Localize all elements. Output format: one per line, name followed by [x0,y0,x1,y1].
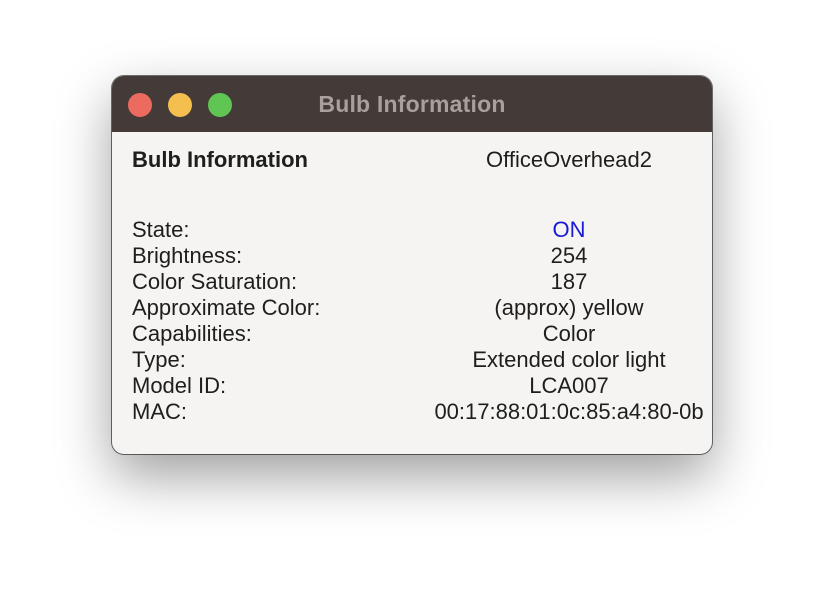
field-row-mac: MAC: 00:17:88:01:0c:85:a4:80-0b [112,399,712,425]
header-label-row: Bulb Information OfficeOverhead2 [112,147,712,173]
field-row-type: Type: Extended color light [112,347,712,373]
field-row-capabilities: Capabilities: Color [112,321,712,347]
header-value-wrap: OfficeOverhead2 [112,147,712,173]
field-row-color: Approximate Color: (approx) yellow [112,295,712,321]
saturation-value: 187 [550,269,588,294]
minimize-button[interactable] [168,93,192,117]
info-panel: Bulb Information OfficeOverhead2 State: … [112,132,712,454]
mac-value: 00:17:88:01:0c:85:a4:80-0b [434,399,704,424]
color-value: (approx) yellow [494,295,644,320]
window-title: Bulb Information [318,90,506,117]
state-value: ON [552,217,586,242]
title-bar[interactable]: Bulb Information [112,76,712,132]
field-row-model: Model ID: LCA007 [112,373,712,399]
field-row-saturation: Color Saturation: 187 [112,269,712,295]
field-row-state: State: ON [112,217,712,243]
field-row-brightness: Brightness: 254 [112,243,712,269]
window-controls [128,93,232,117]
bulb-name: OfficeOverhead2 [486,147,652,172]
capabilities-value: Color [542,321,596,346]
bulb-info-window: Bulb Information Bulb Information Office… [112,76,712,454]
type-value: Extended color light [472,347,666,372]
brightness-value: 254 [550,243,588,268]
model-id-value: LCA007 [529,373,609,398]
zoom-button[interactable] [208,93,232,117]
close-button[interactable] [128,93,152,117]
